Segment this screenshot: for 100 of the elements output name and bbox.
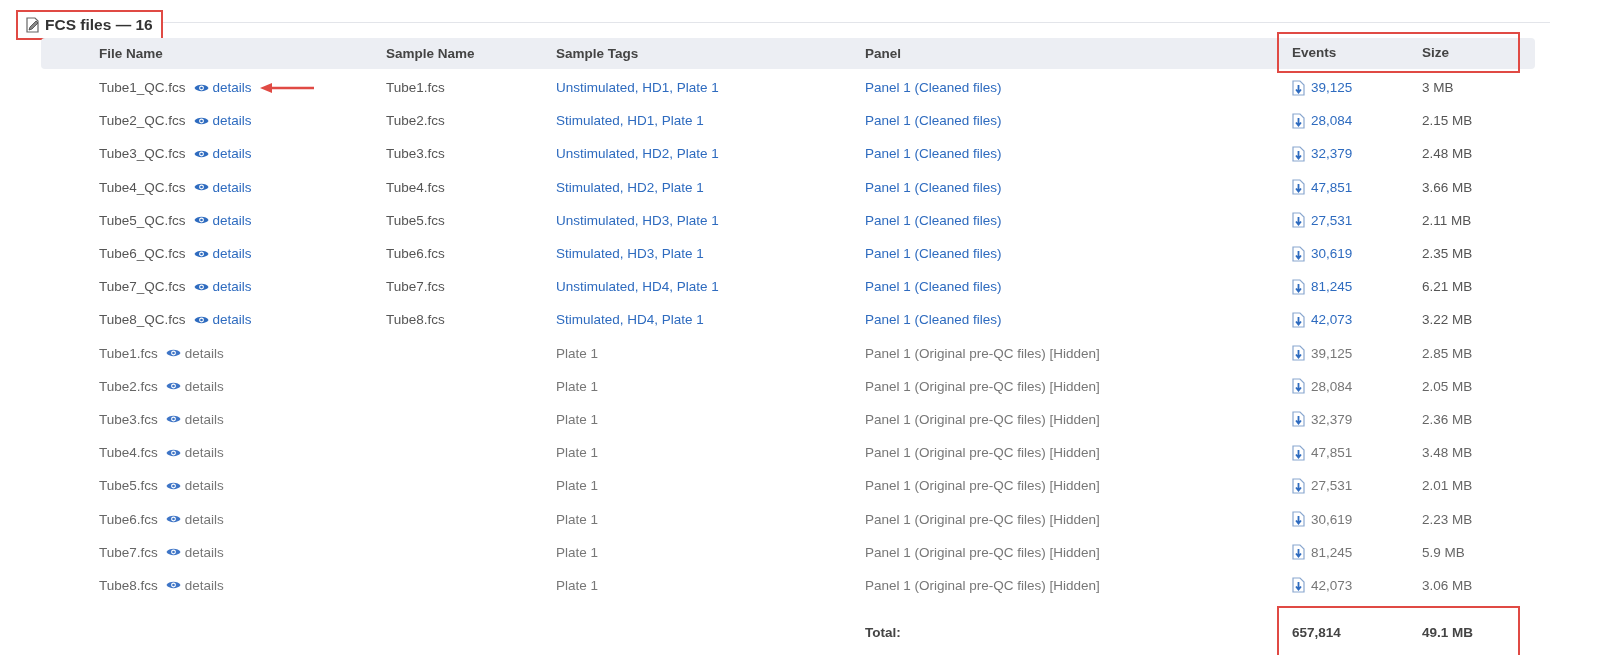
panel-link[interactable]: Panel 1 (Original pre-QC files) [Hidden]	[865, 411, 1100, 427]
file-name: Tube7_QC.fcs	[99, 279, 186, 295]
file-size: 2.48 MB	[1422, 146, 1473, 162]
file-name: Tube6_QC.fcs	[99, 246, 186, 262]
download-file-icon[interactable]	[1292, 145, 1305, 162]
details-link[interactable]: details	[165, 478, 224, 494]
download-file-icon[interactable]	[1292, 278, 1305, 295]
sample-tags-link[interactable]: Unstimulated, HD2, Plate 1	[556, 146, 719, 162]
details-link[interactable]: details	[165, 511, 224, 527]
panel-link[interactable]: Panel 1 (Cleaned files)	[865, 113, 1002, 129]
file-size: 2.23 MB	[1422, 511, 1473, 527]
panel-link[interactable]: Panel 1 (Cleaned files)	[865, 246, 1002, 262]
events-link[interactable]: 81,245	[1311, 279, 1353, 295]
events-link[interactable]: 42,073	[1311, 577, 1353, 593]
file-size: 3.66 MB	[1422, 179, 1473, 195]
download-file-icon[interactable]	[1292, 577, 1305, 594]
details-link[interactable]: details	[193, 80, 252, 96]
details-link[interactable]: details	[193, 179, 252, 195]
file-name: Tube1_QC.fcs	[99, 80, 186, 96]
details-link[interactable]: details	[193, 146, 252, 162]
sample-name: Tube2.fcs	[386, 113, 445, 129]
details-link[interactable]: details	[165, 544, 224, 560]
events-link[interactable]: 39,125	[1311, 345, 1353, 361]
download-file-icon[interactable]	[1292, 444, 1305, 461]
sample-tags-link[interactable]: Plate 1	[556, 378, 599, 394]
download-file-icon[interactable]	[1292, 245, 1305, 262]
sample-tags-link[interactable]: Stimulated, HD3, Plate 1	[556, 246, 704, 262]
sample-tags-link[interactable]: Plate 1	[556, 411, 599, 427]
file-name: Tube2.fcs	[99, 378, 158, 394]
sample-tags-link[interactable]: Plate 1	[556, 577, 599, 593]
events-link[interactable]: 28,084	[1311, 378, 1353, 394]
events-link[interactable]: 30,619	[1311, 246, 1353, 262]
sample-tags-link[interactable]: Plate 1	[556, 511, 599, 527]
sample-tags-link[interactable]: Stimulated, HD2, Plate 1	[556, 179, 704, 195]
sample-tags-link[interactable]: Stimulated, HD1, Plate 1	[556, 113, 704, 129]
panel-link[interactable]: Panel 1 (Cleaned files)	[865, 312, 1002, 328]
panel-link[interactable]: Panel 1 (Original pre-QC files) [Hidden]	[865, 345, 1100, 361]
panel-link[interactable]: Panel 1 (Cleaned files)	[865, 212, 1002, 228]
panel-link[interactable]: Panel 1 (Original pre-QC files) [Hidden]	[865, 378, 1100, 394]
events-link[interactable]: 32,379	[1311, 411, 1353, 427]
details-link[interactable]: details	[165, 577, 224, 593]
sample-tags-link[interactable]: Plate 1	[556, 544, 599, 560]
details-link[interactable]: details	[193, 246, 252, 262]
events-link[interactable]: 30,619	[1311, 511, 1353, 527]
download-file-icon[interactable]	[1292, 345, 1305, 362]
eye-icon	[165, 580, 181, 591]
eye-icon	[165, 514, 181, 525]
panel-link[interactable]: Panel 1 (Original pre-QC files) [Hidden]	[865, 478, 1100, 494]
panel-link[interactable]: Panel 1 (Cleaned files)	[865, 179, 1002, 195]
details-link[interactable]: details	[165, 445, 224, 461]
download-file-icon[interactable]	[1292, 179, 1305, 196]
download-file-icon[interactable]	[1292, 411, 1305, 428]
file-name: Tube3.fcs	[99, 411, 158, 427]
details-link[interactable]: details	[165, 378, 224, 394]
events-link[interactable]: 47,851	[1311, 179, 1353, 195]
download-file-icon[interactable]	[1292, 378, 1305, 395]
details-link[interactable]: details	[193, 212, 252, 228]
eye-icon	[193, 148, 209, 159]
details-link[interactable]: details	[165, 411, 224, 427]
sample-name: Tube5.fcs	[386, 212, 445, 228]
panel-link[interactable]: Panel 1 (Cleaned files)	[865, 80, 1002, 96]
sample-tags-link[interactable]: Plate 1	[556, 478, 599, 494]
details-link[interactable]: details	[193, 279, 252, 295]
panel-link[interactable]: Panel 1 (Original pre-QC files) [Hidden]	[865, 577, 1100, 593]
eye-icon	[165, 348, 181, 359]
total-events: 657,814	[1292, 624, 1342, 640]
panel-link[interactable]: Panel 1 (Original pre-QC files) [Hidden]	[865, 445, 1100, 461]
eye-icon	[165, 547, 181, 558]
download-file-icon[interactable]	[1292, 477, 1305, 494]
download-file-icon[interactable]	[1292, 79, 1305, 96]
events-link[interactable]: 42,073	[1311, 312, 1353, 328]
file-size: 2.11 MB	[1422, 212, 1472, 228]
panel-link[interactable]: Panel 1 (Cleaned files)	[865, 279, 1002, 295]
details-link[interactable]: details	[193, 113, 252, 129]
sample-name: Tube1.fcs	[386, 80, 445, 96]
details-link[interactable]: details	[193, 312, 252, 328]
details-link[interactable]: details	[165, 345, 224, 361]
panel-link[interactable]: Panel 1 (Original pre-QC files) [Hidden]	[865, 544, 1100, 560]
events-link[interactable]: 27,531	[1311, 212, 1353, 228]
download-file-icon[interactable]	[1292, 311, 1305, 328]
sample-tags-link[interactable]: Plate 1	[556, 445, 599, 461]
sample-tags-link[interactable]: Unstimulated, HD1, Plate 1	[556, 80, 719, 96]
download-file-icon[interactable]	[1292, 511, 1305, 528]
sample-tags-link[interactable]: Plate 1	[556, 345, 599, 361]
download-file-icon[interactable]	[1292, 212, 1305, 229]
sample-name: Tube7.fcs	[386, 279, 445, 295]
events-link[interactable]: 28,084	[1311, 113, 1353, 129]
download-file-icon[interactable]	[1292, 544, 1305, 561]
panel-link[interactable]: Panel 1 (Original pre-QC files) [Hidden]	[865, 511, 1100, 527]
events-link[interactable]: 32,379	[1311, 146, 1353, 162]
sample-tags-link[interactable]: Unstimulated, HD3, Plate 1	[556, 212, 719, 228]
events-link[interactable]: 81,245	[1311, 544, 1353, 560]
sample-tags-link[interactable]: Stimulated, HD4, Plate 1	[556, 312, 704, 328]
sample-tags-link[interactable]: Unstimulated, HD4, Plate 1	[556, 279, 719, 295]
panel-link[interactable]: Panel 1 (Cleaned files)	[865, 146, 1002, 162]
sample-name: Tube4.fcs	[386, 179, 445, 195]
events-link[interactable]: 39,125	[1311, 80, 1353, 96]
download-file-icon[interactable]	[1292, 112, 1305, 129]
events-link[interactable]: 27,531	[1311, 478, 1353, 494]
events-link[interactable]: 47,851	[1311, 445, 1353, 461]
